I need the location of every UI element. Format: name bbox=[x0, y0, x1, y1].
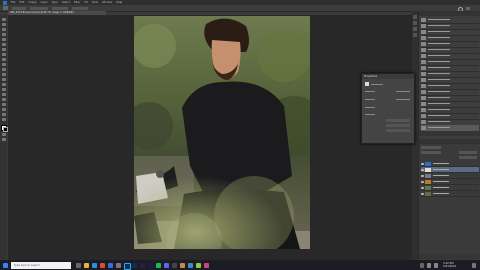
properties-panel-icon[interactable] bbox=[413, 21, 417, 25]
properties-label bbox=[365, 91, 375, 93]
app-icon[interactable] bbox=[204, 262, 209, 268]
workspace-icon[interactable] bbox=[466, 6, 470, 10]
history-footer bbox=[419, 131, 480, 136]
dodge-tool-icon[interactable] bbox=[1, 83, 6, 86]
edge-browser-icon[interactable] bbox=[92, 262, 97, 268]
network-icon[interactable] bbox=[427, 262, 431, 268]
properties-value[interactable] bbox=[396, 99, 410, 101]
layer-row[interactable] bbox=[421, 191, 479, 197]
path-select-tool-icon[interactable] bbox=[1, 98, 6, 101]
screen-mode-icon[interactable] bbox=[1, 138, 6, 141]
photoshop-taskbar-icon[interactable] bbox=[124, 262, 131, 270]
opacity-input[interactable] bbox=[459, 151, 477, 154]
document-canvas-image[interactable] bbox=[134, 16, 310, 249]
flow-field[interactable] bbox=[72, 6, 88, 10]
lightroom-icon[interactable] bbox=[132, 262, 137, 268]
taskbar-search-placeholder: Type here to search bbox=[14, 263, 40, 267]
zoom-tool-icon[interactable] bbox=[1, 113, 6, 116]
properties-label bbox=[365, 107, 375, 109]
menu-edit[interactable]: Edit bbox=[19, 1, 24, 4]
taskbar-search-box[interactable]: Type here to search bbox=[11, 261, 71, 269]
properties-label bbox=[371, 83, 383, 85]
properties-label bbox=[365, 114, 375, 116]
right-panel bbox=[418, 11, 480, 260]
notification-icon[interactable] bbox=[472, 262, 476, 268]
select-and-mask-button[interactable] bbox=[386, 119, 410, 122]
history-panel bbox=[419, 11, 480, 137]
chrome-icon[interactable] bbox=[100, 262, 105, 268]
brush-size-dropdown[interactable] bbox=[12, 6, 26, 10]
menu-image[interactable]: Image bbox=[28, 1, 36, 4]
quick-select-tool-icon[interactable] bbox=[1, 33, 6, 36]
healing-tool-icon[interactable] bbox=[1, 48, 6, 51]
menu-view[interactable]: View bbox=[92, 1, 98, 4]
discord-icon[interactable] bbox=[164, 262, 169, 268]
tool-preset-icon[interactable] bbox=[3, 6, 8, 10]
task-view-icon[interactable] bbox=[76, 262, 81, 268]
brush-tool-icon[interactable] bbox=[1, 53, 6, 56]
menu-select[interactable]: Select bbox=[62, 1, 70, 4]
adjustments-panel-icon[interactable] bbox=[413, 27, 417, 31]
portrait-photo bbox=[134, 16, 310, 249]
app-icon[interactable] bbox=[180, 262, 185, 268]
blend-mode-dropdown[interactable] bbox=[421, 151, 441, 154]
properties-panel: Properties bbox=[361, 73, 415, 144]
menu-type[interactable]: Type bbox=[52, 1, 58, 4]
type-tool-icon[interactable] bbox=[1, 93, 6, 96]
eraser-tool-icon[interactable] bbox=[1, 68, 6, 71]
after-effects-icon[interactable] bbox=[148, 262, 153, 268]
spotify-icon[interactable] bbox=[156, 262, 161, 268]
layers-footer bbox=[419, 254, 480, 259]
volume-icon[interactable] bbox=[434, 262, 438, 268]
layer-filter-dropdown[interactable] bbox=[421, 146, 441, 149]
mail-icon[interactable] bbox=[108, 262, 113, 268]
properties-panel-title: Properties bbox=[364, 75, 378, 78]
start-button-icon[interactable] bbox=[3, 262, 8, 268]
menu-3d[interactable]: 3D bbox=[84, 1, 88, 4]
premiere-icon[interactable] bbox=[140, 262, 145, 268]
file-explorer-icon[interactable] bbox=[84, 262, 89, 268]
history-panel-icon[interactable] bbox=[413, 15, 417, 19]
properties-value[interactable] bbox=[396, 91, 410, 93]
store-icon[interactable] bbox=[116, 262, 121, 268]
menu-file[interactable]: File bbox=[11, 1, 15, 4]
invert-button[interactable] bbox=[386, 129, 410, 132]
clone-stamp-tool-icon[interactable] bbox=[1, 58, 6, 61]
more-tools-icon[interactable] bbox=[1, 118, 6, 121]
system-tray-icon[interactable] bbox=[420, 262, 424, 268]
windows-taskbar: Type here to search 3:42 PM 5/24/2021 bbox=[0, 260, 480, 270]
blur-tool-icon[interactable] bbox=[1, 78, 6, 81]
marquee-tool-icon[interactable] bbox=[1, 23, 6, 26]
history-brush-tool-icon[interactable] bbox=[1, 63, 6, 66]
properties-mask-thumbnail[interactable] bbox=[365, 82, 369, 86]
menu-filter[interactable]: Filter bbox=[74, 1, 80, 4]
obs-icon[interactable] bbox=[172, 262, 177, 268]
shape-tool-icon[interactable] bbox=[1, 103, 6, 106]
app-icon[interactable] bbox=[196, 262, 201, 268]
menu-help[interactable]: Help bbox=[116, 1, 122, 4]
opacity-field[interactable] bbox=[52, 6, 68, 10]
menu-window[interactable]: Window bbox=[102, 1, 112, 4]
ps-logo-icon[interactable] bbox=[3, 0, 7, 5]
fill-input[interactable] bbox=[459, 156, 477, 159]
brush-panel-icon[interactable] bbox=[413, 33, 417, 37]
pen-tool-icon[interactable] bbox=[1, 88, 6, 91]
lasso-tool-icon[interactable] bbox=[1, 28, 6, 31]
crop-tool-icon[interactable] bbox=[1, 38, 6, 41]
menu-layer[interactable]: Layer bbox=[41, 1, 48, 4]
layers-panel bbox=[419, 139, 480, 260]
color-range-button[interactable] bbox=[386, 124, 410, 127]
tools-panel bbox=[0, 15, 8, 260]
taskbar-date[interactable]: 5/24/2021 bbox=[443, 265, 456, 268]
properties-label bbox=[365, 99, 375, 101]
move-tool-icon[interactable] bbox=[1, 18, 6, 21]
history-panel-header bbox=[419, 11, 480, 16]
app-icon[interactable] bbox=[188, 262, 193, 268]
quick-mask-icon[interactable] bbox=[1, 133, 6, 136]
layers-panel-header bbox=[419, 139, 480, 144]
gradient-tool-icon[interactable] bbox=[1, 73, 6, 76]
hand-tool-icon[interactable] bbox=[1, 108, 6, 111]
eyedropper-tool-icon[interactable] bbox=[1, 43, 6, 46]
mode-dropdown[interactable] bbox=[30, 6, 48, 10]
